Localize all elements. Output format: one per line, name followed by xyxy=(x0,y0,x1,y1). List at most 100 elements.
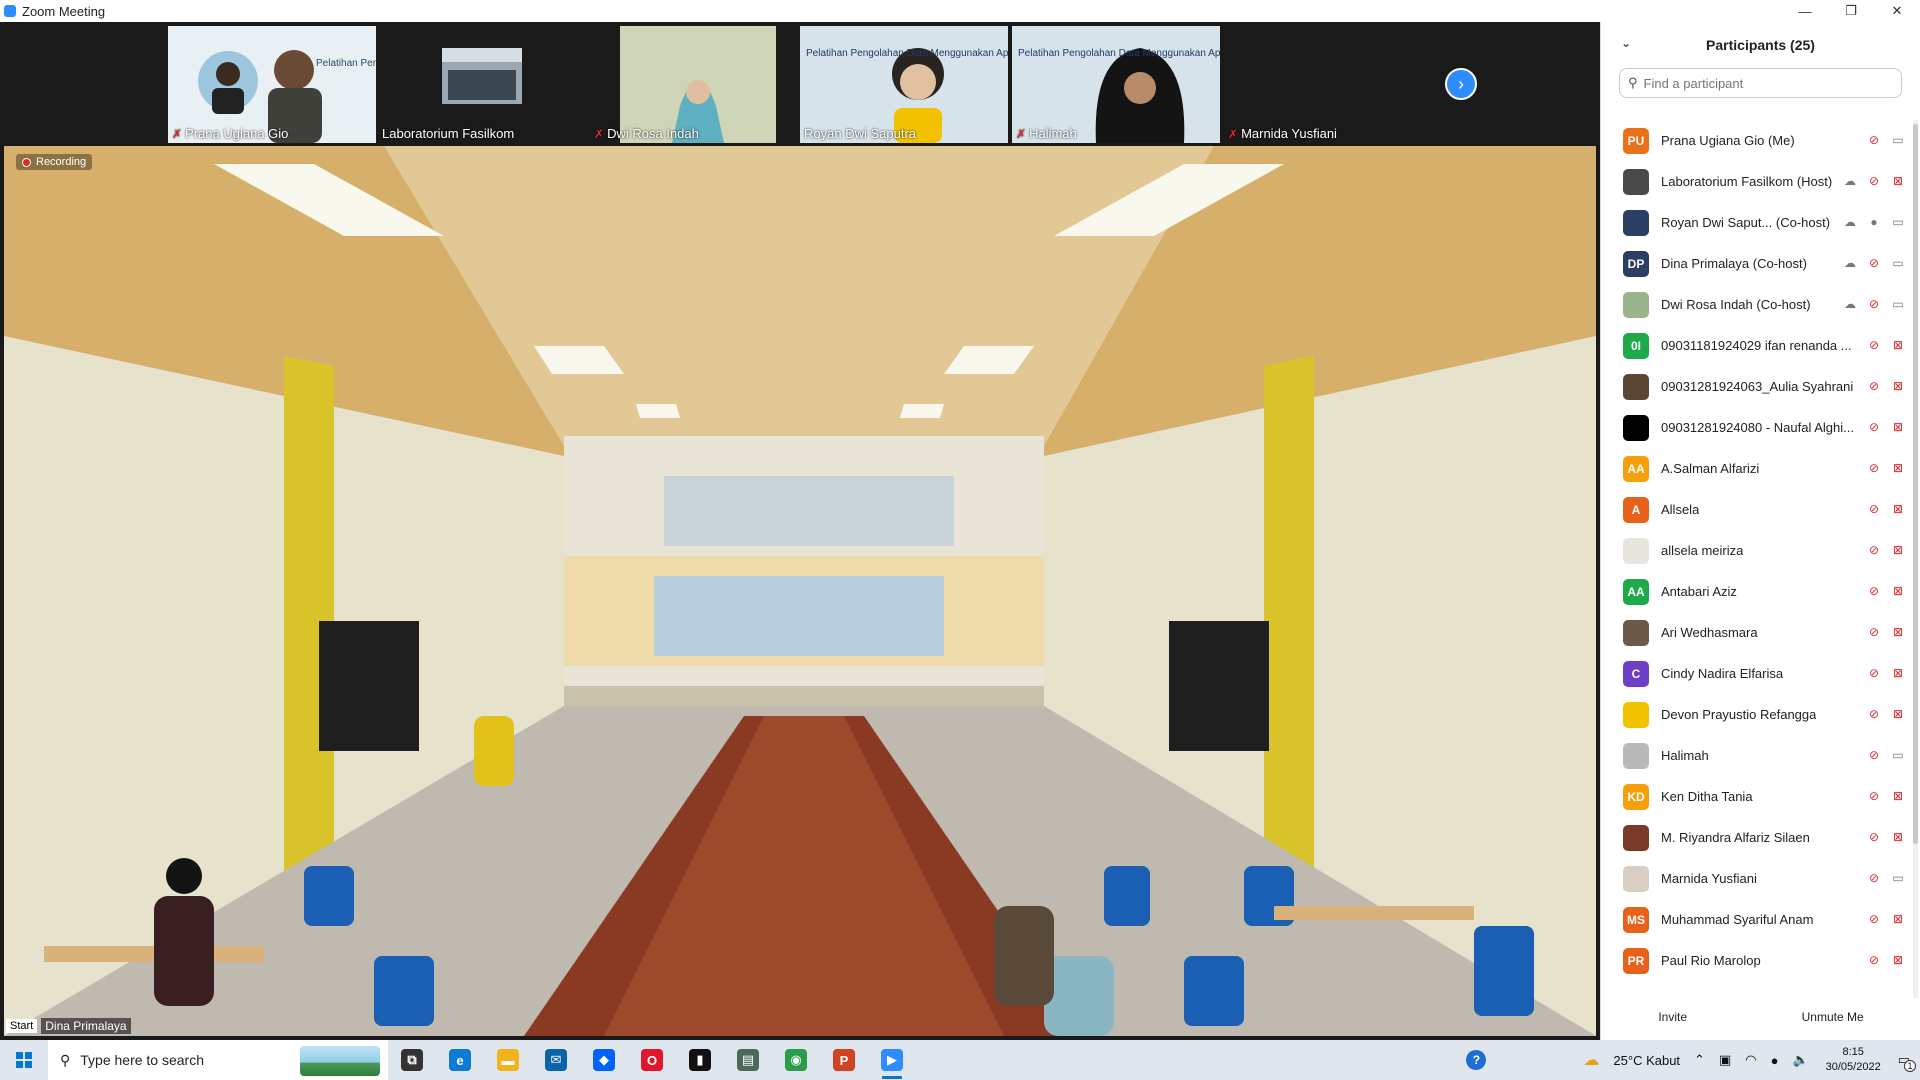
video-off-icon[interactable]: ⊠ xyxy=(1889,378,1907,394)
invite-button[interactable]: Invite xyxy=(1646,1006,1699,1028)
video-off-icon[interactable]: ⊠ xyxy=(1889,952,1907,968)
video-icon[interactable]: ▭ xyxy=(1889,747,1907,763)
video-off-icon[interactable]: ⊠ xyxy=(1889,419,1907,435)
video-off-icon[interactable]: ⊠ xyxy=(1889,501,1907,517)
video-icon[interactable]: ▭ xyxy=(1889,255,1907,271)
help-icon[interactable]: ? xyxy=(1466,1050,1487,1070)
participant-row[interactable]: DP Dina Primalaya (Co-host) ☁ ⊘ ▭ xyxy=(1601,243,1913,284)
start-button[interactable] xyxy=(0,1040,48,1080)
muted-mic-icon[interactable]: ⊘ xyxy=(1865,296,1883,312)
participant-row[interactable]: MS Muhammad Syariful Anam ⊘ ⊠ xyxy=(1601,899,1913,940)
device-icon[interactable]: ▣ xyxy=(1719,1052,1731,1068)
participant-row[interactable]: Laboratorium Fasilkom (Host) ☁ ⊘ ⊠ xyxy=(1601,161,1913,202)
muted-mic-icon[interactable]: ⊘ xyxy=(1865,583,1883,599)
video-off-icon[interactable]: ⊠ xyxy=(1889,173,1907,189)
recording-indicator[interactable]: Recording xyxy=(16,154,93,170)
video-off-icon[interactable]: ⊠ xyxy=(1889,542,1907,558)
video-off-icon[interactable]: ⊠ xyxy=(1889,624,1907,640)
video-icon[interactable]: ▭ xyxy=(1889,132,1907,148)
participant-row[interactable]: AA A.Salman Alfarizi ⊘ ⊠ xyxy=(1601,448,1913,489)
edge-taskbar-button[interactable]: e xyxy=(436,1040,484,1080)
participant-row[interactable]: 09031281924063_Aulia Syahrani ⊘ ⊠ xyxy=(1601,366,1913,407)
participant-row[interactable]: Ari Wedhasmara ⊘ ⊠ xyxy=(1601,612,1913,653)
terminal-taskbar-button[interactable]: ▮ xyxy=(676,1040,724,1080)
document-viewer-taskbar-button[interactable]: ▤ xyxy=(724,1040,772,1080)
participant-row[interactable]: Devon Prayustio Refangga ⊘ ⊠ xyxy=(1601,694,1913,735)
weather-text[interactable]: 25°C Kabut xyxy=(1613,1053,1680,1068)
participant-row[interactable]: Royan Dwi Saput... (Co-host) ☁ ● ▭ xyxy=(1601,202,1913,243)
video-off-icon[interactable]: ⊠ xyxy=(1889,583,1907,599)
muted-mic-icon[interactable]: ⊘ xyxy=(1865,911,1883,927)
video-tile[interactable]: Laboratorium Fasilkom xyxy=(378,26,586,143)
taskbar-search-box[interactable]: ⚲ Type here to search xyxy=(48,1040,388,1080)
task-view-taskbar-button[interactable]: ⧉ xyxy=(388,1040,436,1080)
minimize-button[interactable]: — xyxy=(1782,0,1828,22)
collapse-panel-icon[interactable]: ⌄ xyxy=(1621,36,1631,50)
active-speaker-video[interactable]: Recording Start Dina Primalaya xyxy=(4,146,1596,1036)
muted-mic-icon[interactable]: ⊘ xyxy=(1865,419,1883,435)
muted-mic-icon[interactable]: ⊘ xyxy=(1865,132,1883,148)
participant-row[interactable]: allsela meiriza ⊘ ⊠ xyxy=(1601,530,1913,571)
video-off-icon[interactable]: ⊠ xyxy=(1889,829,1907,845)
wifi-icon[interactable]: ◠ xyxy=(1745,1052,1756,1068)
video-off-icon[interactable]: ⊠ xyxy=(1889,706,1907,722)
restore-button[interactable]: ❐ xyxy=(1828,0,1874,22)
taskbar-clock[interactable]: 8:15 30/05/2022 xyxy=(1826,1045,1881,1075)
zoom-taskbar-button[interactable]: ▶ xyxy=(868,1040,916,1080)
muted-mic-icon[interactable]: ⊘ xyxy=(1865,747,1883,763)
muted-mic-icon[interactable]: ⊘ xyxy=(1865,665,1883,681)
participant-list-scrollbar[interactable] xyxy=(1913,120,1918,998)
video-off-icon[interactable]: ⊠ xyxy=(1889,460,1907,476)
participant-search[interactable]: ⚲ xyxy=(1619,68,1902,98)
chrome-taskbar-button[interactable]: ◉ xyxy=(772,1040,820,1080)
participant-row[interactable]: C Cindy Nadira Elfarisa ⊘ ⊠ xyxy=(1601,653,1913,694)
participant-row[interactable]: PR Paul Rio Marolop ⊘ ⊠ xyxy=(1601,940,1913,981)
opera-taskbar-button[interactable]: O xyxy=(628,1040,676,1080)
muted-mic-icon[interactable]: ⊘ xyxy=(1865,255,1883,271)
muted-mic-icon[interactable]: ⊘ xyxy=(1865,952,1883,968)
dropbox-taskbar-button[interactable]: ◆ xyxy=(580,1040,628,1080)
start-tag[interactable]: Start xyxy=(6,1019,38,1033)
muted-mic-icon[interactable]: ⊘ xyxy=(1865,870,1883,886)
participant-row[interactable]: M. Riyandra Alfariz Silaen ⊘ ⊠ xyxy=(1601,817,1913,858)
muted-mic-icon[interactable]: ⊘ xyxy=(1865,706,1883,722)
participant-row[interactable]: KD Ken Ditha Tania ⊘ ⊠ xyxy=(1601,776,1913,817)
close-button[interactable]: ✕ xyxy=(1874,0,1920,22)
video-off-icon[interactable]: ⊠ xyxy=(1889,337,1907,353)
participant-row[interactable]: Dwi Rosa Indah (Co-host) ☁ ⊘ ▭ xyxy=(1601,284,1913,325)
microphone-icon[interactable]: ● xyxy=(1771,1053,1779,1068)
notifications-icon[interactable]: ▭ 1 xyxy=(1898,1052,1916,1072)
video-icon[interactable]: ▭ xyxy=(1889,870,1907,886)
participant-search-input[interactable] xyxy=(1643,75,1884,91)
unmute-me-button[interactable]: Unmute Me xyxy=(1790,1006,1876,1028)
participant-row[interactable]: Marnida Yusfiani ⊘ ▭ xyxy=(1601,858,1913,899)
video-tile[interactable]: ✗ Dwi Rosa Indah xyxy=(590,26,798,143)
participant-row[interactable]: 0I 09031181924029 ifan renanda ... ⊘ ⊠ xyxy=(1601,325,1913,366)
powerpoint-taskbar-button[interactable]: P xyxy=(820,1040,868,1080)
video-icon[interactable]: ▭ xyxy=(1889,296,1907,312)
video-off-icon[interactable]: ⊠ xyxy=(1889,911,1907,927)
participant-row[interactable]: A Allsela ⊘ ⊠ xyxy=(1601,489,1913,530)
participant-row[interactable]: AA Antabari Aziz ⊘ ⊠ xyxy=(1601,571,1913,612)
muted-mic-icon[interactable]: ⊘ xyxy=(1865,624,1883,640)
video-off-icon[interactable]: ⊠ xyxy=(1889,665,1907,681)
volume-icon[interactable]: 🔈 xyxy=(1792,1052,1808,1068)
muted-mic-icon[interactable]: ⊘ xyxy=(1865,501,1883,517)
video-tile[interactable]: Pelatihan Pengolahan Data Menggunakan Ap… xyxy=(168,26,376,143)
scrollbar-thumb[interactable] xyxy=(1913,124,1918,844)
video-off-icon[interactable]: ⊠ xyxy=(1889,788,1907,804)
show-hidden-icons-icon[interactable]: ⌃ xyxy=(1694,1052,1705,1068)
next-page-icon[interactable]: › xyxy=(1445,68,1477,100)
video-tile[interactable]: Pelatihan Pengolahan Data Menggunakan Ap… xyxy=(800,26,1008,143)
mic-icon[interactable]: ● xyxy=(1865,214,1883,230)
participant-row[interactable]: PU Prana Ugiana Gio (Me) ⊘ ▭ xyxy=(1601,120,1913,161)
video-tile[interactable]: ✗ Marnida Yusfiani xyxy=(1224,26,1432,143)
video-icon[interactable]: ▭ xyxy=(1889,214,1907,230)
muted-mic-icon[interactable]: ⊘ xyxy=(1865,829,1883,845)
video-tile[interactable]: Pelatihan Pengolahan Data Menggunakan Ap… xyxy=(1012,26,1220,143)
mail-taskbar-button[interactable]: ✉ xyxy=(532,1040,580,1080)
participant-row[interactable]: Halimah ⊘ ▭ xyxy=(1601,735,1913,776)
participant-row[interactable]: 09031281924080 - Naufal Alghi... ⊘ ⊠ xyxy=(1601,407,1913,448)
file-explorer-taskbar-button[interactable]: ▬ xyxy=(484,1040,532,1080)
muted-mic-icon[interactable]: ⊘ xyxy=(1865,337,1883,353)
